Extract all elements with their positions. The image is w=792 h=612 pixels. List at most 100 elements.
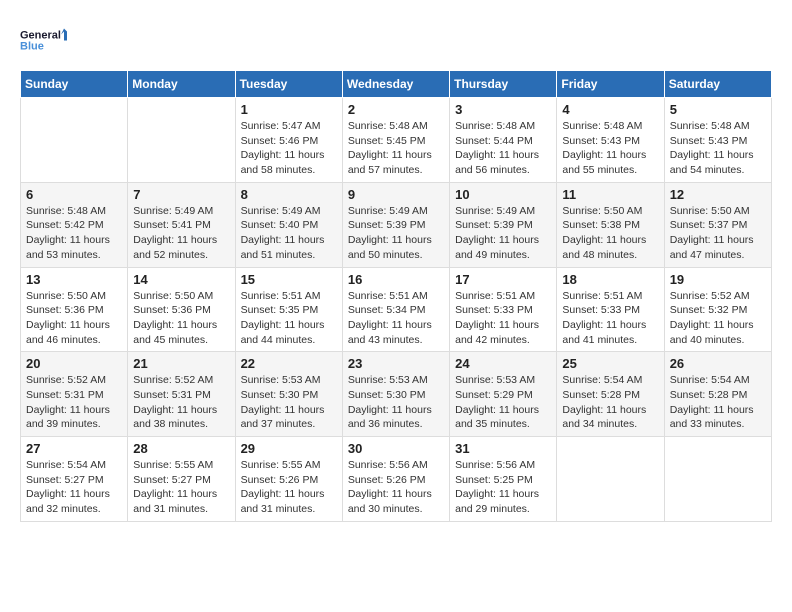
calendar-cell: 7 Sunrise: 5:49 AMSunset: 5:41 PMDayligh…	[128, 182, 235, 267]
day-number: 13	[26, 272, 122, 287]
calendar-cell	[664, 437, 771, 522]
calendar-cell: 13 Sunrise: 5:50 AMSunset: 5:36 PMDaylig…	[21, 267, 128, 352]
calendar-cell: 28 Sunrise: 5:55 AMSunset: 5:27 PMDaylig…	[128, 437, 235, 522]
cell-details: Sunrise: 5:50 AMSunset: 5:37 PMDaylight:…	[670, 205, 754, 261]
calendar-cell	[21, 98, 128, 183]
day-number: 8	[241, 187, 337, 202]
day-number: 31	[455, 441, 551, 456]
svg-text:General: General	[20, 30, 61, 42]
calendar-cell: 15 Sunrise: 5:51 AMSunset: 5:35 PMDaylig…	[235, 267, 342, 352]
day-number: 1	[241, 102, 337, 117]
calendar-table: SundayMondayTuesdayWednesdayThursdayFrid…	[20, 70, 772, 522]
logo: General Blue	[20, 20, 70, 60]
day-number: 2	[348, 102, 444, 117]
calendar-cell: 2 Sunrise: 5:48 AMSunset: 5:45 PMDayligh…	[342, 98, 449, 183]
cell-details: Sunrise: 5:50 AMSunset: 5:36 PMDaylight:…	[133, 290, 217, 346]
day-number: 19	[670, 272, 766, 287]
cell-details: Sunrise: 5:48 AMSunset: 5:45 PMDaylight:…	[348, 120, 432, 176]
cell-details: Sunrise: 5:48 AMSunset: 5:43 PMDaylight:…	[670, 120, 754, 176]
calendar-cell: 25 Sunrise: 5:54 AMSunset: 5:28 PMDaylig…	[557, 352, 664, 437]
day-number: 25	[562, 356, 658, 371]
cell-details: Sunrise: 5:51 AMSunset: 5:33 PMDaylight:…	[562, 290, 646, 346]
day-number: 30	[348, 441, 444, 456]
cell-details: Sunrise: 5:51 AMSunset: 5:33 PMDaylight:…	[455, 290, 539, 346]
cell-details: Sunrise: 5:49 AMSunset: 5:40 PMDaylight:…	[241, 205, 325, 261]
cell-details: Sunrise: 5:54 AMSunset: 5:27 PMDaylight:…	[26, 459, 110, 515]
day-number: 14	[133, 272, 229, 287]
calendar-cell: 10 Sunrise: 5:49 AMSunset: 5:39 PMDaylig…	[450, 182, 557, 267]
header-cell-saturday: Saturday	[664, 71, 771, 98]
day-number: 4	[562, 102, 658, 117]
day-number: 18	[562, 272, 658, 287]
calendar-cell: 12 Sunrise: 5:50 AMSunset: 5:37 PMDaylig…	[664, 182, 771, 267]
calendar-cell: 17 Sunrise: 5:51 AMSunset: 5:33 PMDaylig…	[450, 267, 557, 352]
cell-details: Sunrise: 5:53 AMSunset: 5:30 PMDaylight:…	[241, 374, 325, 430]
calendar-body: 1 Sunrise: 5:47 AMSunset: 5:46 PMDayligh…	[21, 98, 772, 522]
header-cell-monday: Monday	[128, 71, 235, 98]
day-number: 12	[670, 187, 766, 202]
calendar-cell: 1 Sunrise: 5:47 AMSunset: 5:46 PMDayligh…	[235, 98, 342, 183]
cell-details: Sunrise: 5:56 AMSunset: 5:26 PMDaylight:…	[348, 459, 432, 515]
day-number: 29	[241, 441, 337, 456]
header-row: SundayMondayTuesdayWednesdayThursdayFrid…	[21, 71, 772, 98]
week-row-1: 1 Sunrise: 5:47 AMSunset: 5:46 PMDayligh…	[21, 98, 772, 183]
cell-details: Sunrise: 5:49 AMSunset: 5:41 PMDaylight:…	[133, 205, 217, 261]
calendar-cell: 24 Sunrise: 5:53 AMSunset: 5:29 PMDaylig…	[450, 352, 557, 437]
header-cell-tuesday: Tuesday	[235, 71, 342, 98]
calendar-cell	[128, 98, 235, 183]
calendar-cell: 21 Sunrise: 5:52 AMSunset: 5:31 PMDaylig…	[128, 352, 235, 437]
calendar-cell: 11 Sunrise: 5:50 AMSunset: 5:38 PMDaylig…	[557, 182, 664, 267]
day-number: 27	[26, 441, 122, 456]
calendar-cell: 26 Sunrise: 5:54 AMSunset: 5:28 PMDaylig…	[664, 352, 771, 437]
cell-details: Sunrise: 5:49 AMSunset: 5:39 PMDaylight:…	[455, 205, 539, 261]
cell-details: Sunrise: 5:53 AMSunset: 5:30 PMDaylight:…	[348, 374, 432, 430]
day-number: 21	[133, 356, 229, 371]
week-row-4: 20 Sunrise: 5:52 AMSunset: 5:31 PMDaylig…	[21, 352, 772, 437]
calendar-cell	[557, 437, 664, 522]
cell-details: Sunrise: 5:50 AMSunset: 5:38 PMDaylight:…	[562, 205, 646, 261]
day-number: 6	[26, 187, 122, 202]
week-row-3: 13 Sunrise: 5:50 AMSunset: 5:36 PMDaylig…	[21, 267, 772, 352]
calendar-cell: 29 Sunrise: 5:55 AMSunset: 5:26 PMDaylig…	[235, 437, 342, 522]
day-number: 11	[562, 187, 658, 202]
cell-details: Sunrise: 5:52 AMSunset: 5:31 PMDaylight:…	[133, 374, 217, 430]
day-number: 9	[348, 187, 444, 202]
cell-details: Sunrise: 5:48 AMSunset: 5:42 PMDaylight:…	[26, 205, 110, 261]
cell-details: Sunrise: 5:47 AMSunset: 5:46 PMDaylight:…	[241, 120, 325, 176]
calendar-cell: 19 Sunrise: 5:52 AMSunset: 5:32 PMDaylig…	[664, 267, 771, 352]
day-number: 17	[455, 272, 551, 287]
calendar-cell: 4 Sunrise: 5:48 AMSunset: 5:43 PMDayligh…	[557, 98, 664, 183]
cell-details: Sunrise: 5:56 AMSunset: 5:25 PMDaylight:…	[455, 459, 539, 515]
cell-details: Sunrise: 5:49 AMSunset: 5:39 PMDaylight:…	[348, 205, 432, 261]
cell-details: Sunrise: 5:54 AMSunset: 5:28 PMDaylight:…	[562, 374, 646, 430]
calendar-cell: 8 Sunrise: 5:49 AMSunset: 5:40 PMDayligh…	[235, 182, 342, 267]
day-number: 3	[455, 102, 551, 117]
week-row-2: 6 Sunrise: 5:48 AMSunset: 5:42 PMDayligh…	[21, 182, 772, 267]
cell-details: Sunrise: 5:55 AMSunset: 5:26 PMDaylight:…	[241, 459, 325, 515]
day-number: 26	[670, 356, 766, 371]
calendar-cell: 20 Sunrise: 5:52 AMSunset: 5:31 PMDaylig…	[21, 352, 128, 437]
header-cell-wednesday: Wednesday	[342, 71, 449, 98]
calendar-cell: 18 Sunrise: 5:51 AMSunset: 5:33 PMDaylig…	[557, 267, 664, 352]
cell-details: Sunrise: 5:54 AMSunset: 5:28 PMDaylight:…	[670, 374, 754, 430]
calendar-cell: 14 Sunrise: 5:50 AMSunset: 5:36 PMDaylig…	[128, 267, 235, 352]
calendar-cell: 31 Sunrise: 5:56 AMSunset: 5:25 PMDaylig…	[450, 437, 557, 522]
cell-details: Sunrise: 5:48 AMSunset: 5:43 PMDaylight:…	[562, 120, 646, 176]
cell-details: Sunrise: 5:55 AMSunset: 5:27 PMDaylight:…	[133, 459, 217, 515]
calendar-cell: 30 Sunrise: 5:56 AMSunset: 5:26 PMDaylig…	[342, 437, 449, 522]
calendar-cell: 22 Sunrise: 5:53 AMSunset: 5:30 PMDaylig…	[235, 352, 342, 437]
cell-details: Sunrise: 5:51 AMSunset: 5:35 PMDaylight:…	[241, 290, 325, 346]
cell-details: Sunrise: 5:52 AMSunset: 5:32 PMDaylight:…	[670, 290, 754, 346]
calendar-cell: 27 Sunrise: 5:54 AMSunset: 5:27 PMDaylig…	[21, 437, 128, 522]
calendar-cell: 16 Sunrise: 5:51 AMSunset: 5:34 PMDaylig…	[342, 267, 449, 352]
day-number: 15	[241, 272, 337, 287]
svg-text:Blue: Blue	[20, 41, 44, 53]
day-number: 24	[455, 356, 551, 371]
calendar-cell: 9 Sunrise: 5:49 AMSunset: 5:39 PMDayligh…	[342, 182, 449, 267]
day-number: 16	[348, 272, 444, 287]
header-cell-sunday: Sunday	[21, 71, 128, 98]
day-number: 7	[133, 187, 229, 202]
day-number: 5	[670, 102, 766, 117]
cell-details: Sunrise: 5:51 AMSunset: 5:34 PMDaylight:…	[348, 290, 432, 346]
cell-details: Sunrise: 5:48 AMSunset: 5:44 PMDaylight:…	[455, 120, 539, 176]
